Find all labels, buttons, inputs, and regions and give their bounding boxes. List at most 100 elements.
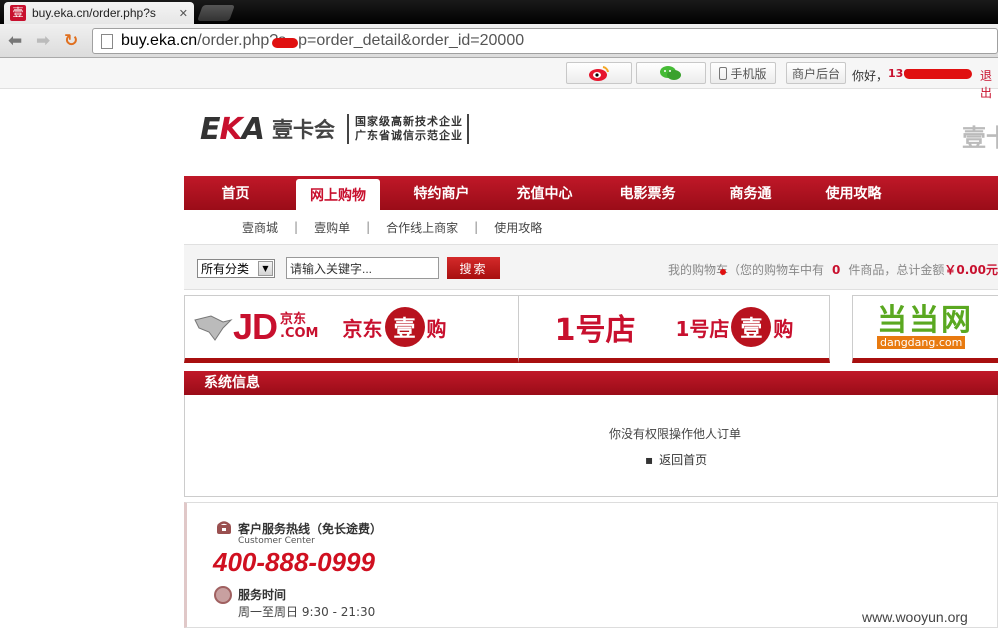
site-logo[interactable]: EKA 壹卡会 国家级高新技术企业 广东省诚信示范企业: [200, 111, 469, 147]
clock-icon: [214, 586, 232, 604]
nav-online-shopping[interactable]: 网上购物: [296, 179, 380, 210]
back-icon[interactable]: ⬅: [8, 32, 22, 50]
chevron-down-icon[interactable]: ▼: [258, 261, 273, 276]
wechat-icon: [660, 66, 681, 80]
weibo-icon: [589, 66, 609, 81]
close-icon[interactable]: ✕: [179, 7, 188, 20]
dangdang-logo: 当当网: [877, 302, 973, 338]
back-home-link[interactable]: ▪ 返回首页: [645, 451, 707, 468]
nav-home[interactable]: 首页: [184, 176, 287, 210]
logo-e: E: [200, 111, 220, 147]
jd-yi-gou: 京东壹购: [343, 307, 447, 347]
yhd-yi-gou-suffix: 购: [773, 316, 794, 341]
reload-icon[interactable]: ↻: [64, 32, 78, 50]
merchant-backend-button[interactable]: 商户后台: [786, 62, 846, 84]
search-bar: 所有分类 ▼ 搜索 我的购物车（您的购物车中有 0 件商品，总计金额￥0.00元: [184, 244, 998, 290]
mobile-button[interactable]: 手机版: [710, 62, 776, 84]
jd-com: 京东 .COM: [280, 313, 318, 341]
logo-divider: [346, 114, 349, 144]
greeting: 你好，: [852, 69, 889, 83]
category-value: 所有分类: [201, 262, 250, 276]
watermark: www.wooyun.org: [862, 609, 968, 625]
service-hours-title: 服务时间: [238, 588, 287, 602]
jd-yi-gou-suffix: 购: [426, 316, 447, 341]
header-right-banner: 壹卡: [962, 124, 998, 152]
subnav-yi-order[interactable]: 壹购单: [314, 219, 350, 236]
browser-tab-bar: 壹 buy.eka.cn/order.php?s ✕: [0, 0, 998, 24]
browser-tab[interactable]: 壹 buy.eka.cn/order.php?s ✕: [4, 2, 194, 24]
cart-middle: 件商品，总计金额: [848, 263, 945, 277]
user-bar: 手机版 商户后台 你好， 136 退出: [0, 58, 998, 100]
nav-business[interactable]: 商务通: [699, 176, 802, 210]
logo-tag-2: 广东省诚信示范企业: [354, 129, 463, 142]
cart-amount: ￥0.00元: [944, 263, 998, 277]
cart-summary: 我的购物车（您的购物车中有 0 件商品，总计金额￥0.00元: [668, 261, 998, 278]
search-button[interactable]: 搜索: [447, 257, 500, 279]
wechat-button[interactable]: [636, 62, 706, 84]
search-input[interactable]: [286, 257, 439, 279]
subnav-separator: |: [474, 220, 479, 234]
subnav-guide[interactable]: 使用攻略: [494, 219, 542, 236]
mobile-label: 手机版: [730, 66, 767, 81]
new-tab-button[interactable]: [197, 5, 235, 21]
browser-toolbar: ⬅ ➡ ↻ buy.eka.cn /order.php?s p=order_de…: [0, 24, 998, 58]
yhd-yi-gou-name: 1号店: [675, 316, 730, 341]
jd-logo: JD: [233, 306, 278, 347]
logo-k: K: [219, 111, 243, 147]
subnav-separator: |: [294, 220, 299, 234]
url-query: p=order_detail&order_id=20000: [298, 32, 525, 49]
system-info-panel: 你没有权限操作他人订单 ▪ 返回首页: [184, 395, 998, 497]
hotline-number: 400-888-0999: [213, 547, 375, 577]
main-nav: 首页 网上购物 特约商户 充值中心 电影票务 商务通 使用攻略: [184, 176, 998, 210]
forward-icon[interactable]: ➡: [36, 32, 50, 50]
phone-icon: [217, 521, 231, 534]
nav-recharge[interactable]: 充值中心: [493, 176, 596, 210]
system-info-header: 系统信息: [184, 371, 998, 395]
redaction-mark: [272, 38, 299, 48]
category-select[interactable]: 所有分类 ▼: [197, 259, 275, 278]
cart-dot: [720, 269, 726, 275]
eka-favicon-icon: 壹: [10, 5, 26, 21]
dangdang-domain: dangdang.com: [877, 335, 966, 349]
dangdang-banner[interactable]: 当当网 dangdang.com: [852, 295, 998, 363]
nav-movie-tickets[interactable]: 电影票务: [596, 176, 699, 210]
redaction-mark: [904, 69, 972, 79]
tab-title: buy.eka.cn/order.php?s: [32, 6, 156, 20]
page-icon: [101, 33, 113, 49]
logo-mark: EKA: [200, 111, 265, 147]
mobile-icon: [719, 66, 728, 80]
url-host: buy.eka.cn: [121, 32, 198, 49]
service-hours: 周一至周日 9:30 - 21:30: [238, 605, 376, 619]
yi-badge-icon: 壹: [384, 307, 425, 347]
subnav-separator: |: [366, 220, 371, 234]
jd-com-cn: 京东: [280, 312, 307, 327]
jd-dog-icon: [194, 315, 233, 341]
jd-yi-gou-name: 京东: [342, 316, 383, 341]
subnav-partners[interactable]: 合作线上商家: [386, 219, 458, 236]
subnav-yi-mall[interactable]: 壹商城: [242, 219, 278, 236]
hotline-subtitle: Customer Center: [238, 536, 315, 546]
logo-tag-1: 国家级高新技术企业: [354, 115, 463, 128]
nav-merchants[interactable]: 特约商户: [390, 176, 493, 210]
nav-guide[interactable]: 使用攻略: [802, 176, 905, 210]
yi-badge-icon: 壹: [731, 307, 772, 347]
logo-name: 壹卡会: [271, 118, 335, 142]
cart-count: 0: [832, 263, 841, 277]
jd-com-en: .COM: [280, 326, 319, 341]
bullet-icon: ▪: [645, 453, 654, 467]
cart-prefix[interactable]: 我的购物车（您的购物车中有: [668, 263, 824, 277]
logo-divider: [466, 114, 469, 144]
back-home-label: 返回首页: [659, 453, 708, 467]
address-bar[interactable]: buy.eka.cn /order.php?s p=order_detail&o…: [92, 28, 998, 54]
logo-tags: 国家级高新技术企业 广东省诚信示范企业: [355, 115, 463, 143]
yhd-banner[interactable]: 1号店 1号店壹购: [518, 295, 830, 363]
permission-message: 你没有权限操作他人订单: [609, 427, 742, 441]
sub-nav: 壹商城 | 壹购单 | 合作线上商家 | 使用攻略: [184, 212, 998, 242]
jd-banner[interactable]: JD 京东 .COM 京东壹购: [184, 295, 522, 363]
logout-link[interactable]: 退出: [980, 67, 998, 101]
yhd-yi-gou: 1号店壹购: [675, 307, 793, 347]
logo-a: A: [241, 111, 265, 147]
hotline-title: 客户服务热线（免长途费）: [238, 522, 383, 536]
weibo-button[interactable]: [566, 62, 632, 84]
yhd-logo: 1号店: [554, 313, 636, 348]
